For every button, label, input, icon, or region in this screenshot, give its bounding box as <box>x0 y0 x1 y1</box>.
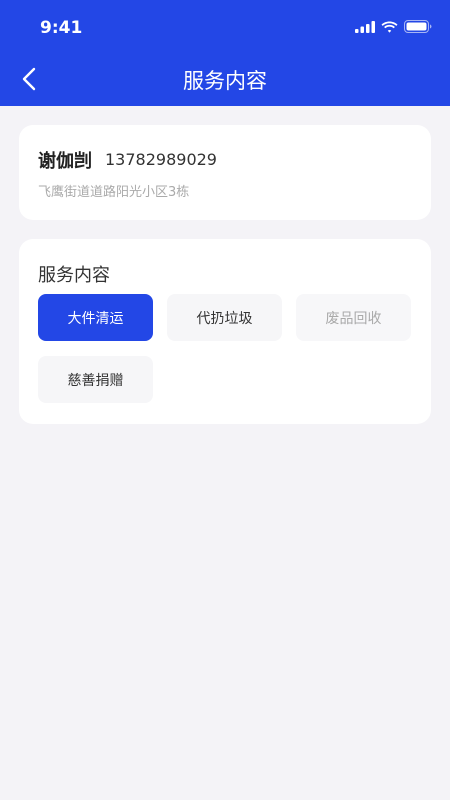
service-option-trash-disposal[interactable]: 代扔垃圾 <box>167 294 282 341</box>
user-info-card[interactable]: 谢伽剀 13782989029 飞鹰街道道路阳光小区3栋 <box>19 125 431 220</box>
wifi-icon <box>381 18 398 37</box>
page-title: 服务内容 <box>183 69 267 93</box>
service-option-bulk-removal[interactable]: 大件清运 <box>38 294 153 341</box>
status-icons <box>355 19 432 35</box>
battery-icon <box>404 18 432 37</box>
status-bar: 9:41 <box>0 0 450 56</box>
app-header: 9:41 服务内容 <box>0 0 450 106</box>
user-name: 谢伽剀 <box>38 151 92 172</box>
service-option-charity-donation[interactable]: 慈善捐赠 <box>38 356 153 403</box>
service-section-title: 服务内容 <box>38 265 110 286</box>
user-address: 飞鹰街道道路阳光小区3栋 <box>38 185 190 200</box>
cellular-signal-icon <box>355 18 375 37</box>
nav-bar: 服务内容 <box>0 56 450 106</box>
service-content-card: 服务内容 大件清运 代扔垃圾 废品回收 慈善捐赠 <box>19 239 431 424</box>
user-phone: 13782989029 <box>105 150 217 169</box>
service-option-recycling[interactable]: 废品回收 <box>296 294 411 341</box>
status-time: 9:41 <box>40 18 83 38</box>
